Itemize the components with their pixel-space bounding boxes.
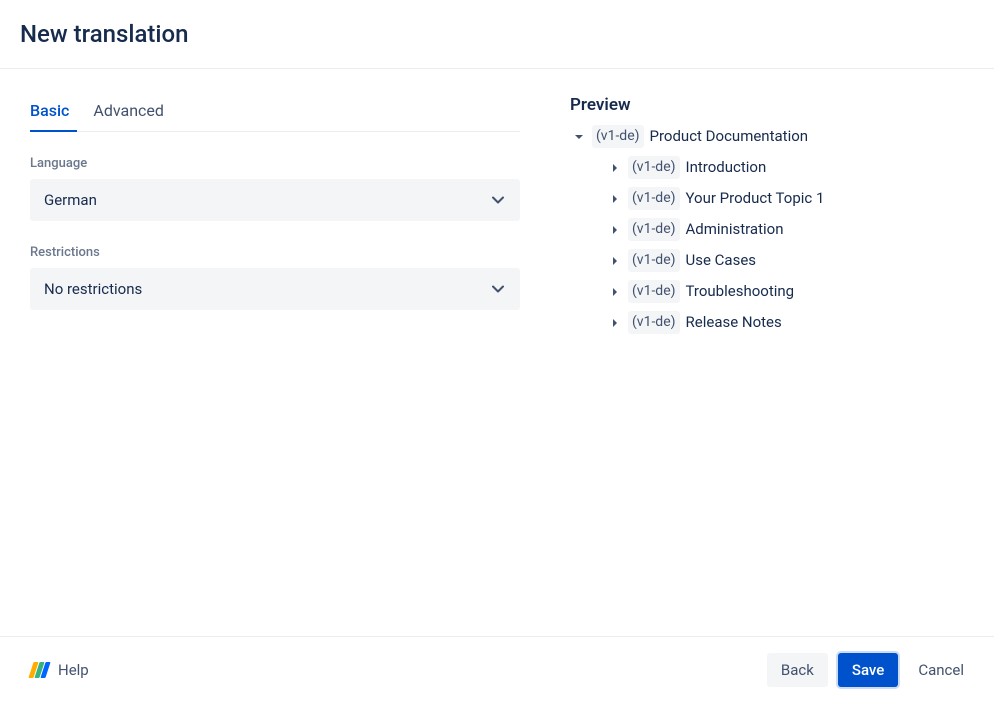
chevron-down-icon xyxy=(490,281,506,297)
back-button[interactable]: Back xyxy=(767,653,828,687)
chevron-right-icon[interactable] xyxy=(606,287,624,297)
tree-item[interactable]: (v1-de) Administration xyxy=(606,214,974,245)
tree-item[interactable]: (v1-de) Troubleshooting xyxy=(606,276,974,307)
help-label: Help xyxy=(58,661,89,679)
tree-children: (v1-de) Introduction (v1-de) Your Product T… xyxy=(570,152,974,338)
save-button[interactable]: Save xyxy=(838,653,898,687)
tree-item-label: Your Product Topic 1 xyxy=(686,187,825,210)
version-tag: (v1-de) xyxy=(628,280,680,303)
preview-column: Preview (v1-de) Product Documentation (v… xyxy=(570,95,974,338)
tree-item[interactable]: (v1-de) Your Product Topic 1 xyxy=(606,183,974,214)
version-tag: (v1-de) xyxy=(628,218,680,241)
preview-title: Preview xyxy=(570,95,974,115)
tree-item-label: Troubleshooting xyxy=(686,280,795,303)
tree-item-label: Introduction xyxy=(686,156,767,179)
tree-item-label: Use Cases xyxy=(686,249,757,272)
restrictions-group: Restrictions No restrictions xyxy=(30,245,520,310)
chevron-down-icon xyxy=(490,192,506,208)
version-tag: (v1-de) xyxy=(628,311,680,334)
tab-basic[interactable]: Basic xyxy=(30,95,77,132)
tree-root-label: Product Documentation xyxy=(650,125,809,148)
tree-root[interactable]: (v1-de) Product Documentation xyxy=(570,121,974,152)
tree-item[interactable]: (v1-de) Use Cases xyxy=(606,245,974,276)
tree-item[interactable]: (v1-de) Release Notes xyxy=(606,307,974,338)
chevron-right-icon[interactable] xyxy=(606,194,624,204)
version-tag: (v1-de) xyxy=(592,125,644,148)
tree-item-label: Release Notes xyxy=(686,311,782,334)
version-tag: (v1-de) xyxy=(628,249,680,272)
tab-advanced[interactable]: Advanced xyxy=(93,95,172,132)
restrictions-label: Restrictions xyxy=(30,245,520,260)
restrictions-value: No restrictions xyxy=(44,280,142,298)
preview-tree: (v1-de) Product Documentation (v1-de) Int… xyxy=(570,121,974,338)
form-column: Basic Advanced Language German Restricti… xyxy=(30,95,520,338)
tree-item-label: Administration xyxy=(686,218,784,241)
version-tag: (v1-de) xyxy=(628,187,680,210)
language-select[interactable]: German xyxy=(30,179,520,221)
language-value: German xyxy=(44,191,97,209)
chevron-right-icon[interactable] xyxy=(606,163,624,173)
chevron-right-icon[interactable] xyxy=(606,318,624,328)
dialog-footer: Help Back Save Cancel xyxy=(0,636,994,703)
restrictions-select[interactable]: No restrictions xyxy=(30,268,520,310)
chevron-right-icon[interactable] xyxy=(606,256,624,266)
page-title: New translation xyxy=(20,20,974,48)
language-group: Language German xyxy=(30,156,520,221)
language-label: Language xyxy=(30,156,520,171)
footer-buttons: Back Save Cancel xyxy=(767,653,974,687)
help-link[interactable]: Help xyxy=(30,661,89,679)
chevron-right-icon[interactable] xyxy=(606,225,624,235)
content-area: Basic Advanced Language German Restricti… xyxy=(0,69,994,338)
cancel-button[interactable]: Cancel xyxy=(908,653,974,687)
tabs: Basic Advanced xyxy=(30,95,520,132)
chevron-down-icon[interactable] xyxy=(570,132,588,142)
version-tag: (v1-de) xyxy=(628,156,680,179)
dialog-header: New translation xyxy=(0,0,994,68)
help-icon xyxy=(30,662,50,678)
tree-item[interactable]: (v1-de) Introduction xyxy=(606,152,974,183)
